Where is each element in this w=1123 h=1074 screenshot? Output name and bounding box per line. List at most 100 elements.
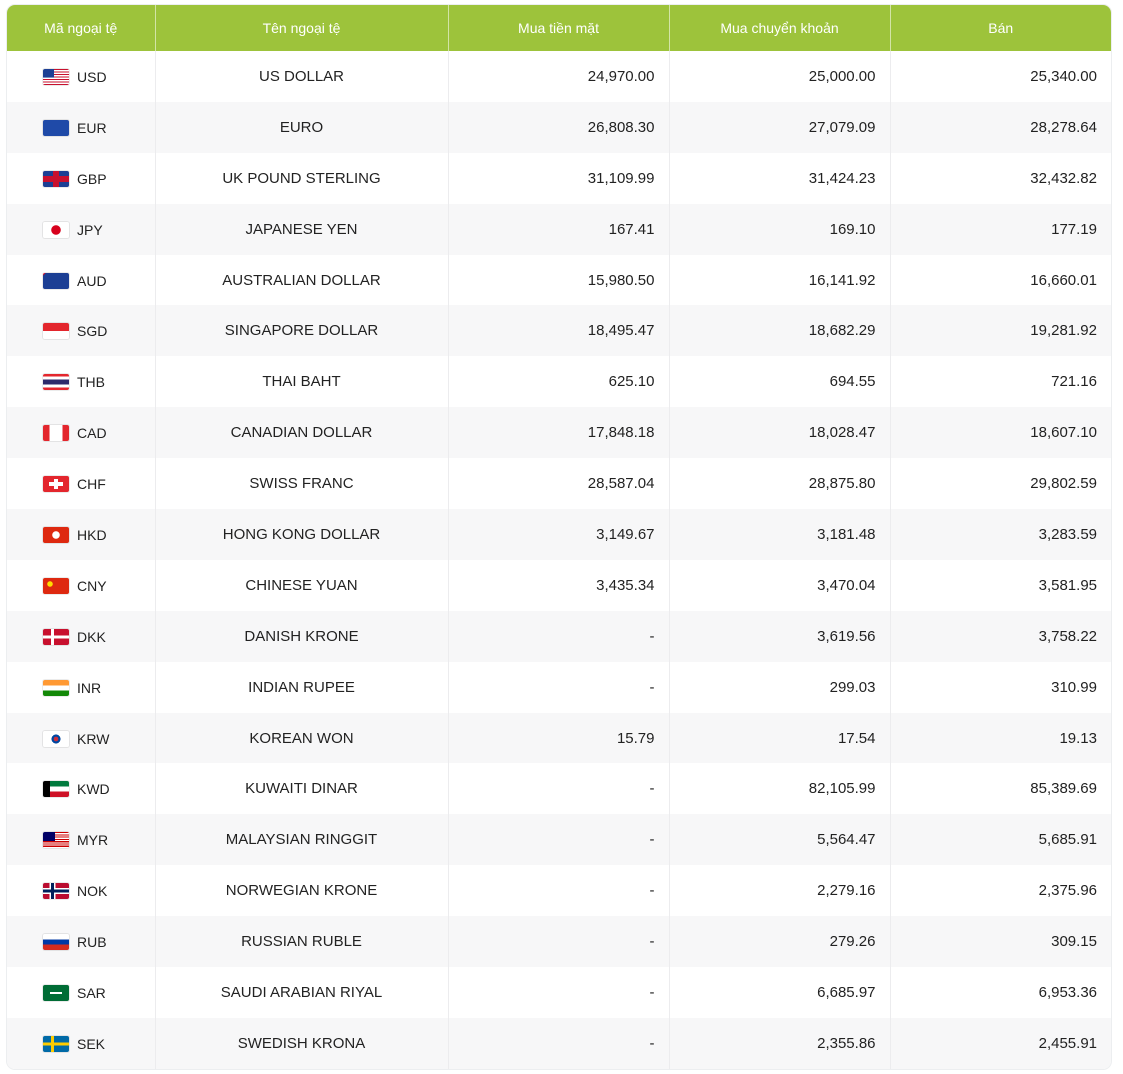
sell-rate: 3,581.95 xyxy=(1038,576,1097,594)
currency-name: AUSTRALIAN DOLLAR xyxy=(155,254,449,306)
sell-rate: 310.99 xyxy=(1051,678,1097,696)
currency-code-cell: CAD xyxy=(7,407,156,459)
table-row: RUB RUSSIAN RUBLE -279.26 309.15 xyxy=(7,916,1111,968)
cash-buy-rate: - xyxy=(448,967,670,1018)
flag-my-icon xyxy=(43,832,69,849)
flag-ch-icon xyxy=(43,476,69,493)
cash-buy-rate: 625.10 xyxy=(448,356,670,408)
sell-rate: 3,283.59 xyxy=(1038,525,1097,543)
currency-code-cell: HKD xyxy=(7,509,156,560)
table-row: HKD HONG KONG DOLLAR 3,149.67 3,181.48 3,283… xyxy=(7,509,1111,560)
currency-name: US DOLLAR xyxy=(155,51,449,102)
transfer-buy-rate: 279.26 xyxy=(669,916,891,968)
flag-kw-icon xyxy=(43,781,69,798)
currency-code: HKD xyxy=(77,526,107,543)
transfer-buy-rate: 18,028.47 xyxy=(669,407,891,459)
currency-code-cell: SGD xyxy=(7,305,156,357)
currency-code-cell: AUD xyxy=(7,254,156,306)
currency-code-cell: DKK xyxy=(7,610,156,662)
cash-buy-rate: 24,970.00 xyxy=(448,51,670,102)
currency-name: KUWAITI DINAR xyxy=(155,763,449,815)
table-row: CAD CANADIAN DOLLAR 17,848.18 18,028.47 18,6… xyxy=(7,407,1111,459)
transfer-buy-rate: 2,355.86 xyxy=(669,1017,891,1069)
transfer-buy-rate: 3,181.48 xyxy=(669,509,891,560)
currency-name: HONG KONG DOLLAR xyxy=(155,509,449,560)
exchange-rate-table-container: Mã ngoại tệ Tên ngoại tệ Mua tiền mặt Mu… xyxy=(7,5,1111,1069)
flag-kr-icon xyxy=(43,730,69,747)
transfer-buy-rate: 299.03 xyxy=(669,661,891,713)
currency-code: SAR xyxy=(77,984,106,1001)
table-row: KRW KOREAN WON 15.79 17.54 19.13 xyxy=(7,712,1111,764)
table-row: DKK DANISH KRONE -3,619.56 3,758.22 xyxy=(7,610,1111,662)
currency-name: SAUDI ARABIAN RIYAL xyxy=(155,967,449,1018)
cash-buy-rate: - xyxy=(448,661,670,713)
currency-name: SWISS FRANC xyxy=(155,458,449,510)
sell-rate: 32,432.82 xyxy=(1030,169,1097,187)
table-row: USD US DOLLAR 24,970.00 25,000.00 25,340.00 xyxy=(7,51,1111,102)
flag-sg-icon xyxy=(43,323,69,340)
currency-name: UK POUND STERLING xyxy=(155,152,449,204)
cash-buy-rate: 18,495.47 xyxy=(448,305,670,357)
currency-code-cell: SEK xyxy=(7,1017,156,1069)
table-row: THB THAI BAHT 625.10 694.55 721.16 xyxy=(7,356,1111,408)
cash-buy-rate: 3,435.34 xyxy=(448,559,670,611)
cash-buy-rate: 28,587.04 xyxy=(448,458,670,510)
transfer-buy-rate: 16,141.92 xyxy=(669,254,891,306)
header-row: Mã ngoại tệ Tên ngoại tệ Mua tiền mặt Mu… xyxy=(7,5,1111,51)
exchange-rate-table: Mã ngoại tệ Tên ngoại tệ Mua tiền mặt Mu… xyxy=(7,5,1111,1069)
sell-rate: 16,660.01 xyxy=(1030,271,1097,289)
table-body: USD US DOLLAR 24,970.00 25,000.00 25,340.00 E… xyxy=(7,51,1111,1069)
currency-code: USD xyxy=(77,68,107,85)
sell-rate: 29,802.59 xyxy=(1030,475,1097,493)
flag-no-icon xyxy=(43,883,69,900)
currency-code-cell: RUB xyxy=(7,916,156,968)
currency-code: JPY xyxy=(77,221,103,238)
table-row: SGD SINGAPORE DOLLAR 18,495.47 18,682.29 19,… xyxy=(7,305,1111,357)
sell-rate: 19,281.92 xyxy=(1030,322,1097,340)
currency-code: CHF xyxy=(77,476,106,493)
currency-name: SWEDISH KRONA xyxy=(155,1017,449,1069)
currency-code: KWD xyxy=(77,781,110,798)
header-code: Mã ngoại tệ xyxy=(7,5,156,51)
currency-code-cell: CNY xyxy=(7,559,156,611)
sell-rate: 309.15 xyxy=(1051,933,1097,951)
cash-buy-rate: - xyxy=(448,763,670,815)
currency-code: EUR xyxy=(77,119,107,136)
sell-rate: 19.13 xyxy=(1059,729,1097,747)
currency-code-cell: SAR xyxy=(7,967,156,1018)
table-row: CHF SWISS FRANC 28,587.04 28,875.80 29,802.5… xyxy=(7,458,1111,510)
table-row: AUD AUSTRALIAN DOLLAR 15,980.50 16,141.92 16… xyxy=(7,254,1111,306)
transfer-buy-rate: 169.10 xyxy=(669,203,891,255)
cash-buy-rate: - xyxy=(448,916,670,968)
flag-hk-icon xyxy=(43,526,69,543)
transfer-buy-rate: 18,682.29 xyxy=(669,305,891,357)
currency-code-cell: USD xyxy=(7,51,156,102)
flag-sa-icon xyxy=(43,984,69,1001)
table-row: JPY JAPANESE YEN 167.41 169.10 177.19 xyxy=(7,203,1111,255)
currency-name: DANISH KRONE xyxy=(155,610,449,662)
currency-code: CAD xyxy=(77,425,107,442)
table-row: KWD KUWAITI DINAR -82,105.99 85,389.69 xyxy=(7,763,1111,815)
currency-name: INDIAN RUPEE xyxy=(155,661,449,713)
currency-name: NORWEGIAN KRONE xyxy=(155,865,449,917)
transfer-buy-rate: 17.54 xyxy=(669,712,891,764)
currency-code: NOK xyxy=(77,883,108,900)
table-row: SEK SWEDISH KRONA -2,355.86 2,455.91 xyxy=(7,1017,1111,1069)
flag-cn-icon xyxy=(43,577,69,594)
transfer-buy-rate: 6,685.97 xyxy=(669,967,891,1018)
currency-code: SGD xyxy=(77,323,108,340)
transfer-buy-rate: 28,875.80 xyxy=(669,458,891,510)
currency-name: CHINESE YUAN xyxy=(155,559,449,611)
transfer-buy-rate: 31,424.23 xyxy=(669,152,891,204)
currency-code: CNY xyxy=(77,577,107,594)
sell-rate: 6,953.36 xyxy=(1038,983,1097,1001)
currency-code-cell: NOK xyxy=(7,865,156,917)
sell-rate: 5,685.91 xyxy=(1038,831,1097,849)
currency-name: THAI BAHT xyxy=(155,356,449,408)
transfer-buy-rate: 694.55 xyxy=(669,356,891,408)
cash-buy-rate: 31,109.99 xyxy=(448,152,670,204)
sell-rate: 18,607.10 xyxy=(1030,424,1097,442)
table-row: INR INDIAN RUPEE -299.03 310.99 xyxy=(7,661,1111,713)
sell-rate: 28,278.64 xyxy=(1030,118,1097,136)
sell-rate: 721.16 xyxy=(1051,373,1097,391)
